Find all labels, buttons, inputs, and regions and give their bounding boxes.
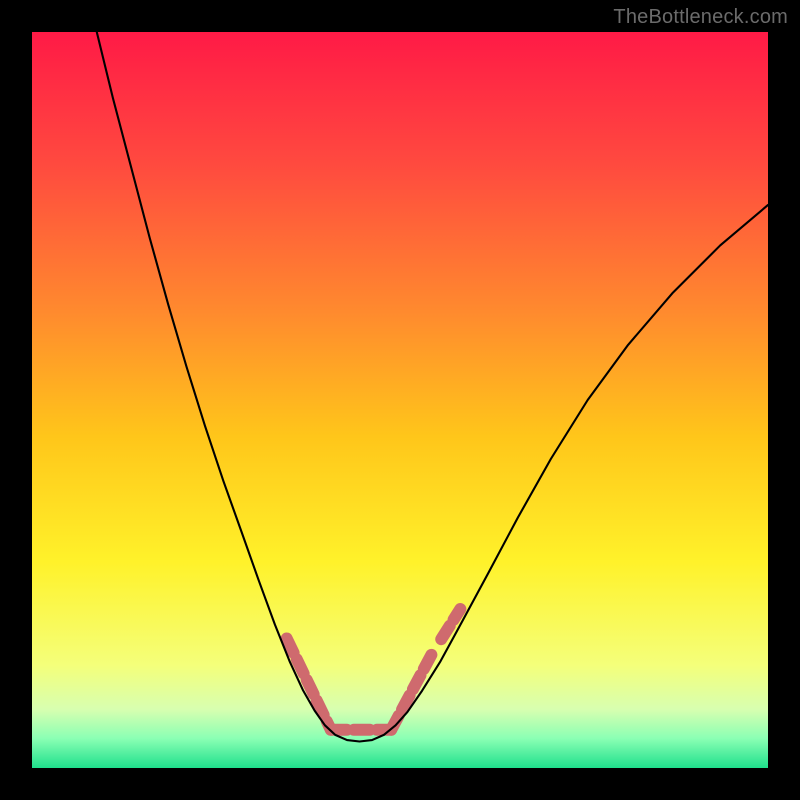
bottleneck-curve — [97, 32, 768, 742]
plot-overlay — [32, 32, 768, 768]
watermark-text: TheBottleneck.com — [613, 6, 788, 29]
plot-frame — [32, 32, 768, 768]
